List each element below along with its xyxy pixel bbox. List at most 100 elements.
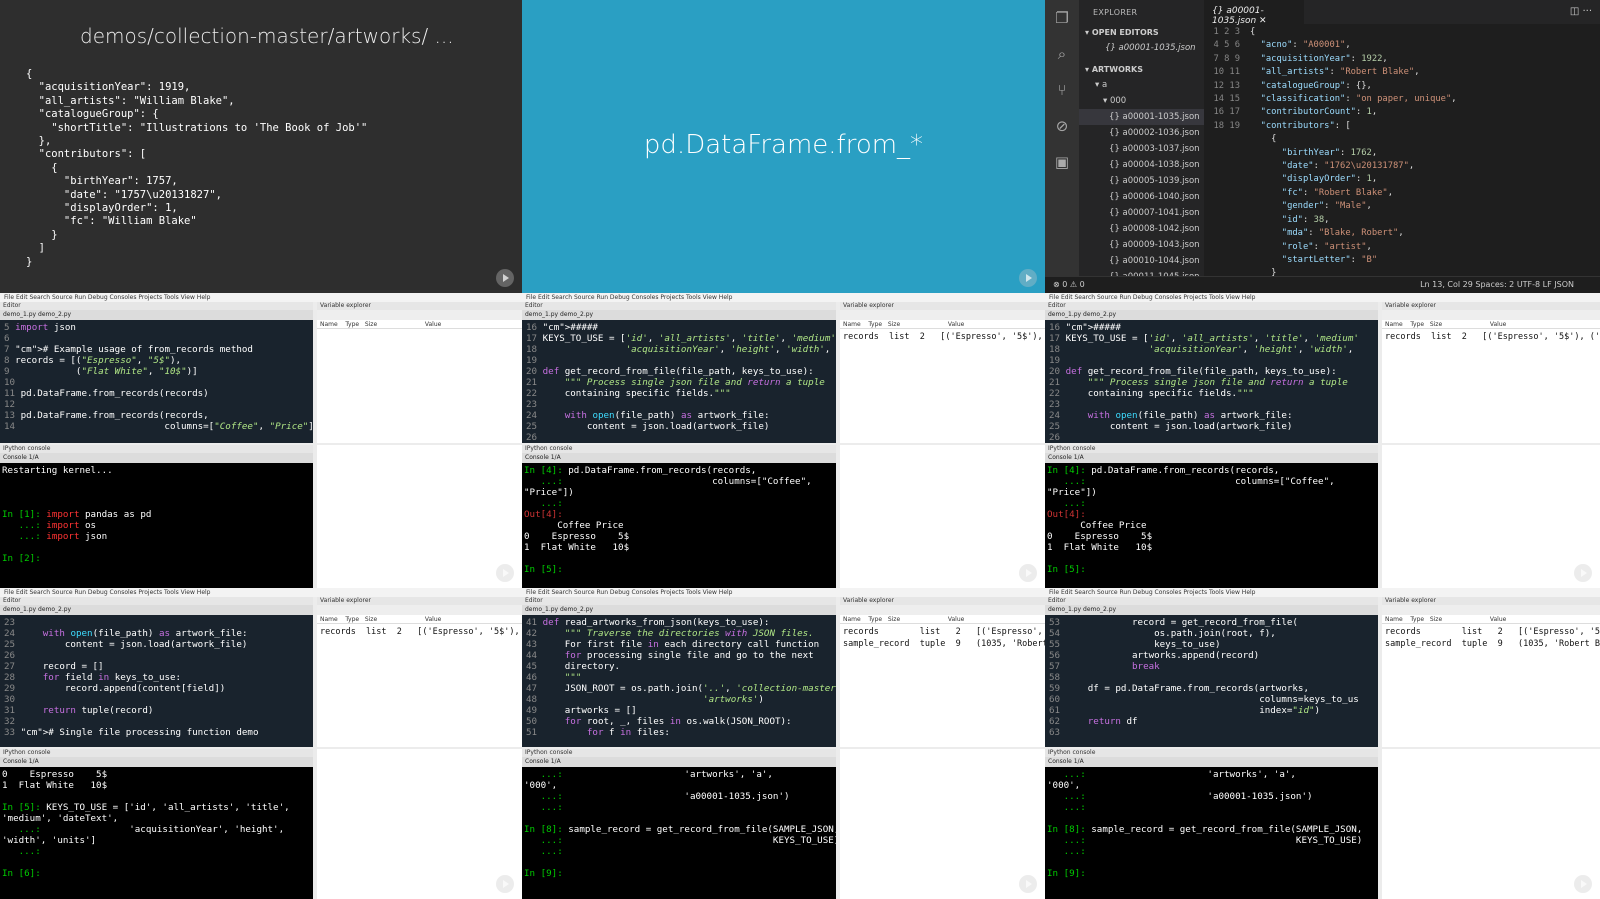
ipython-console[interactable]: IPython console Console 1/A ...: 'artwor… bbox=[522, 749, 836, 899]
console-output[interactable]: 0 Espresso 5$ 1 Flat White 10$ In [5]: K… bbox=[0, 767, 313, 899]
spyder-editor[interactable]: Editor demo_1.py demo_2.py 16 "cm">#####… bbox=[1045, 302, 1378, 443]
file-item[interactable]: {} a00010-1044.json bbox=[1079, 253, 1204, 269]
varx-pane-label: Variable explorer bbox=[317, 597, 522, 605]
spyder-menubar[interactable]: File Edit Search Source Run Debug Consol… bbox=[1045, 588, 1600, 597]
console-output[interactable]: In [4]: pd.DataFrame.from_records(record… bbox=[1045, 463, 1378, 588]
problems-count[interactable]: ⊗ 0 ⚠ 0 bbox=[1053, 280, 1085, 289]
console-tab[interactable]: Console 1/A bbox=[522, 453, 836, 463]
varx-toolbar[interactable] bbox=[317, 310, 522, 320]
spyder-menubar[interactable]: File Edit Search Source Run Debug Consol… bbox=[0, 293, 522, 302]
open-editors-section[interactable]: ▾ OPEN EDITORS bbox=[1079, 25, 1204, 40]
console-tab[interactable]: Console 1/A bbox=[0, 453, 313, 463]
slide-dataframe-from: pd.DataFrame.from_* bbox=[522, 0, 1045, 293]
json-editor[interactable]: 1 2 3 4 5 6 7 8 9 10 11 12 13 14 15 16 1… bbox=[1204, 24, 1584, 278]
console-tab[interactable]: Console 1/A bbox=[0, 757, 313, 767]
play-icon[interactable] bbox=[1574, 875, 1592, 893]
spyder-menubar[interactable]: File Edit Search Source Run Debug Consol… bbox=[0, 588, 522, 597]
editor-code[interactable]: 23 24 with open(file_path) as artwork_fi… bbox=[0, 615, 313, 747]
editor-code[interactable]: 41 def read_artworks_from_json(keys_to_u… bbox=[522, 615, 836, 747]
editor-code[interactable]: 53 record = get_record_from_file( 54 os.… bbox=[1045, 615, 1378, 747]
variable-explorer[interactable]: Variable explorer Name Type Size Value r… bbox=[1382, 302, 1600, 443]
editor-code[interactable]: 16 "cm">##### 17 KEYS_TO_USE = ['id', 'a… bbox=[522, 320, 836, 443]
spyder-menubar[interactable]: File Edit Search Source Run Debug Consol… bbox=[522, 588, 1045, 597]
status-right[interactable]: Ln 13, Col 29 Spaces: 2 UTF-8 LF JSON bbox=[1420, 280, 1574, 289]
split-editor-icon[interactable]: ◫ ··· bbox=[1570, 6, 1592, 17]
files-icon[interactable]: ❐ bbox=[1045, 0, 1079, 36]
file-item[interactable]: {} a00007-1041.json bbox=[1079, 205, 1204, 221]
editor-tabs[interactable]: demo_1.py demo_2.py bbox=[522, 310, 836, 320]
ipython-console[interactable]: IPython console Console 1/A ...: 'artwor… bbox=[1045, 749, 1378, 899]
varx-toolbar[interactable] bbox=[317, 605, 522, 615]
ipython-console[interactable]: IPython console Console 1/A In [4]: pd.D… bbox=[522, 445, 836, 588]
varx-rows[interactable]: records list 2 [('Espresso', '5... sampl… bbox=[840, 625, 1045, 651]
editor-tabs[interactable]: demo_1.py demo_2.py bbox=[522, 605, 836, 615]
spyder-editor[interactable]: Editor demo_1.py demo_2.py 53 record = g… bbox=[1045, 597, 1378, 747]
varx-rows[interactable]: records list 2 [('Espresso', '5... sampl… bbox=[1382, 625, 1600, 651]
ipython-console[interactable]: IPython console Console 1/A 0 Espresso 5… bbox=[0, 749, 313, 899]
file-item[interactable]: {} a00003-1037.json bbox=[1079, 141, 1204, 157]
play-icon[interactable] bbox=[496, 875, 514, 893]
spyder-editor[interactable]: Editor demo_1.py demo_2.py 41 def read_a… bbox=[522, 597, 836, 747]
editor-tab[interactable]: {} a00001-1035.json ✕ bbox=[1204, 0, 1304, 26]
ipython-console[interactable]: IPython console Console 1/A In [4]: pd.D… bbox=[1045, 445, 1378, 588]
source-control-icon[interactable]: ⑂ bbox=[1045, 72, 1079, 108]
play-icon[interactable] bbox=[1019, 269, 1037, 287]
console-tab[interactable]: Console 1/A bbox=[1045, 453, 1378, 463]
varx-toolbar[interactable] bbox=[1382, 605, 1600, 615]
empty-pane bbox=[317, 749, 522, 899]
file-item[interactable]: {} a00002-1036.json bbox=[1079, 125, 1204, 141]
varx-rows[interactable]: records list 2 [('Espresso', '5$'), ('..… bbox=[317, 625, 522, 639]
play-icon[interactable] bbox=[1574, 564, 1592, 582]
variable-explorer[interactable]: Variable explorer Name Type Size Value r… bbox=[840, 302, 1045, 443]
console-output[interactable]: ...: 'artworks', 'a', '000', ...: 'a0000… bbox=[1045, 767, 1378, 899]
editor-code[interactable]: 5 import json 6 7 "cm"># Example usage o… bbox=[0, 320, 313, 443]
varx-pane-label: Variable explorer bbox=[1382, 597, 1600, 605]
spyder-menubar[interactable]: File Edit Search Source Run Debug Consol… bbox=[522, 293, 1045, 302]
file-item[interactable]: {} a00001-1035.json bbox=[1079, 109, 1204, 125]
artworks-section[interactable]: ▾ ARTWORKS bbox=[1079, 62, 1204, 77]
editor-tabs[interactable]: demo_1.py demo_2.py bbox=[0, 605, 313, 615]
spyder-editor[interactable]: Editor demo_1.py demo_2.py 16 "cm">#####… bbox=[522, 302, 836, 443]
editor-tabs[interactable]: demo_1.py demo_2.py bbox=[0, 310, 313, 320]
varx-toolbar[interactable] bbox=[1382, 310, 1600, 320]
spyder-menubar[interactable]: File Edit Search Source Run Debug Consol… bbox=[1045, 293, 1600, 302]
variable-explorer[interactable]: Variable explorer Name Type Size Value r… bbox=[840, 597, 1045, 747]
variable-explorer[interactable]: Variable explorer Name Type Size Value bbox=[317, 302, 522, 443]
console-output[interactable]: Restarting kernel... In [1]: import pand… bbox=[0, 463, 313, 588]
extensions-icon[interactable]: ▣ bbox=[1045, 144, 1079, 180]
console-output[interactable]: ...: 'artworks', 'a', '000', ...: 'a0000… bbox=[522, 767, 836, 899]
search-icon[interactable]: ⌕ bbox=[1045, 36, 1079, 72]
ipython-console[interactable]: IPython console Console 1/A Restarting k… bbox=[0, 445, 313, 588]
variable-explorer[interactable]: Variable explorer Name Type Size Value r… bbox=[1382, 597, 1600, 747]
folder-000[interactable]: ▾ 000 bbox=[1079, 93, 1204, 109]
editor-code[interactable]: 16 "cm">##### 17 KEYS_TO_USE = ['id', 'a… bbox=[1045, 320, 1378, 443]
varx-toolbar[interactable] bbox=[840, 310, 1045, 320]
file-item[interactable]: {} a00009-1043.json bbox=[1079, 237, 1204, 253]
open-editor-item[interactable]: {} a00001-1035.json bbox=[1079, 40, 1204, 56]
spyder-editor[interactable]: Editor demo_1.py demo_2.py 23 24 with op… bbox=[0, 597, 313, 747]
play-icon[interactable] bbox=[1019, 875, 1037, 893]
debug-icon[interactable]: ⊘ bbox=[1045, 108, 1079, 144]
console-tab[interactable]: Console 1/A bbox=[522, 757, 836, 767]
play-icon[interactable] bbox=[496, 269, 514, 287]
variable-explorer[interactable]: Variable explorer Name Type Size Value r… bbox=[317, 597, 522, 747]
slide-title: pd.DataFrame.from_* bbox=[643, 130, 924, 160]
play-icon[interactable] bbox=[496, 564, 514, 582]
empty-pane bbox=[840, 445, 1045, 588]
varx-rows[interactable]: records list 2 [('Espresso', '5$'), ('..… bbox=[840, 330, 1045, 344]
console-tab[interactable]: Console 1/A bbox=[1045, 757, 1378, 767]
file-item[interactable]: {} a00006-1040.json bbox=[1079, 189, 1204, 205]
varx-rows[interactable] bbox=[317, 330, 522, 332]
json-code[interactable]: { "acno": "A00001", "acquisitionYear": 1… bbox=[1250, 24, 1584, 281]
folder-a[interactable]: ▾ a bbox=[1079, 77, 1204, 93]
editor-tabs[interactable]: demo_1.py demo_2.py bbox=[1045, 605, 1378, 615]
console-output[interactable]: In [4]: pd.DataFrame.from_records(record… bbox=[522, 463, 836, 588]
file-item[interactable]: {} a00005-1039.json bbox=[1079, 173, 1204, 189]
file-item[interactable]: {} a00004-1038.json bbox=[1079, 157, 1204, 173]
spyder-editor[interactable]: Editor demo_1.py demo_2.py 5 import json… bbox=[0, 302, 313, 443]
editor-tabs[interactable]: demo_1.py demo_2.py bbox=[1045, 310, 1378, 320]
varx-rows[interactable]: records list 2 [('Espresso', '5$'), ('..… bbox=[1382, 330, 1600, 344]
play-icon[interactable] bbox=[1019, 564, 1037, 582]
varx-toolbar[interactable] bbox=[840, 605, 1045, 615]
file-item[interactable]: {} a00008-1042.json bbox=[1079, 221, 1204, 237]
